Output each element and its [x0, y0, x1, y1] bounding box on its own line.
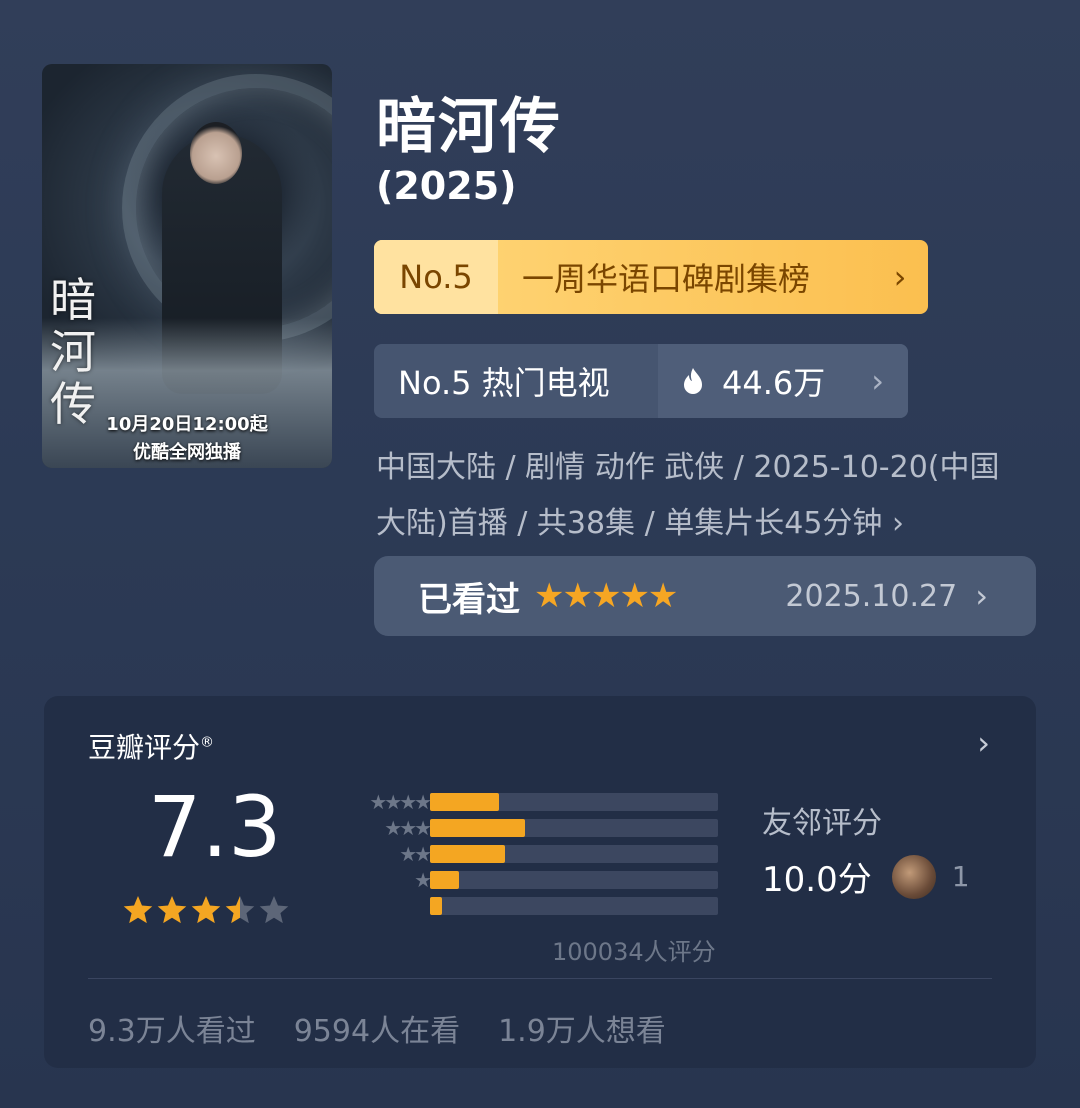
registered-mark: ®	[200, 734, 215, 751]
friend-rating-score: 10.0分	[762, 860, 872, 900]
avatar	[891, 854, 936, 899]
weekly-chart-rank-button[interactable]: No.5 一周华语口碑剧集榜 ›	[374, 240, 928, 314]
rank-number: No.5	[374, 240, 498, 314]
distribution-row: ★★★★	[314, 816, 734, 840]
poster-caption-date: 10月20日12:00起	[106, 414, 268, 435]
distribution-stars: ★★★★	[384, 816, 447, 840]
wish-count[interactable]: 1.9万人想看	[498, 1006, 666, 1050]
friend-rating[interactable]: 友邻评分 10.0分 1	[762, 798, 970, 901]
distribution-bar	[430, 793, 500, 811]
star-icon	[157, 896, 187, 924]
flame-icon	[684, 368, 702, 394]
distribution-track	[430, 819, 718, 837]
friend-count: 1	[951, 860, 970, 893]
poster-calligraphy: 暗河传	[50, 273, 96, 431]
distribution-bar	[430, 871, 459, 889]
distribution-track	[430, 845, 718, 863]
distribution-bar	[430, 897, 442, 915]
meta-line: 中国大陆 / 剧情 动作 武侠 / 2025-10-20(中国	[376, 450, 1000, 485]
watched-date: 2025.10.27	[785, 578, 958, 614]
friend-rating-row: 10.0分 1	[762, 852, 970, 901]
poster-face	[190, 122, 242, 184]
distribution-stars: ★★★	[399, 842, 447, 866]
distribution-stars: ★★★★★	[369, 790, 447, 814]
rating-header: 豆瓣评分®	[88, 726, 214, 766]
watched-status-button[interactable]: 已看过 ★★★★★ 2025.10.27 ›	[374, 556, 1036, 636]
distribution-row: ★★	[314, 868, 734, 892]
rating-count: 100034人评分	[552, 938, 716, 966]
chart-name: 一周华语口碑剧集榜	[522, 260, 811, 298]
meta-line-wrap: 大陆)首播 / 共38集 / 单集片长45分钟 ›	[376, 496, 1036, 552]
poster-caption-platform: 优酷全网独播	[133, 442, 241, 463]
release-year: (2025)	[376, 164, 517, 208]
meta-line: 大陆)首播 / 共38集 / 单集片长45分钟	[376, 506, 883, 541]
hot-tv-rank-button[interactable]: No.5 热门电视 44.6万 ›	[374, 344, 908, 418]
user-rating-stars: ★★★★★	[534, 576, 678, 616]
hot-tv-label: No.5 热门电视	[398, 364, 610, 402]
friend-rating-label: 友邻评分	[762, 806, 882, 841]
distribution-track	[430, 871, 718, 889]
watched-count[interactable]: 9.3万人看过	[88, 1006, 256, 1050]
distribution-track	[430, 897, 718, 915]
distribution-row: ★★★	[314, 842, 734, 866]
divider	[88, 978, 992, 979]
douban-rating-card[interactable]: 豆瓣评分® › 7.3 ★★★★★★★★★★★★★★★ 100034人评分 友邻…	[44, 696, 1036, 1068]
rating-score: 7.3	[148, 778, 282, 876]
score-stars	[123, 896, 289, 924]
distribution-bar	[430, 819, 526, 837]
show-meta-info[interactable]: 中国大陆 / 剧情 动作 武侠 / 2025-10-20(中国 大陆)首播 / …	[376, 440, 1036, 552]
rating-header-text: 豆瓣评分	[88, 731, 201, 764]
star-icon	[191, 896, 221, 924]
distribution-bar	[430, 845, 505, 863]
distribution-row: ★	[314, 894, 734, 918]
page-title: 暗河传	[376, 92, 562, 162]
watching-count[interactable]: 9594人在看	[294, 1006, 460, 1050]
chevron-right-icon: ›	[975, 577, 988, 615]
watched-label: 已看过	[418, 579, 520, 620]
chevron-right-icon[interactable]: ›	[977, 724, 990, 762]
distribution-stars: ★★	[314, 868, 447, 892]
chevron-right-icon: ›	[891, 506, 904, 541]
chevron-right-icon: ›	[893, 258, 907, 296]
star-icon	[123, 896, 153, 924]
heat-value: 44.6万	[722, 364, 826, 402]
distribution-row: ★★★★★	[314, 790, 734, 814]
star-icon	[225, 896, 255, 924]
heat-value-section: 44.6万 ›	[658, 344, 908, 418]
distribution-stars: ★	[314, 894, 447, 918]
chevron-right-icon: ›	[871, 362, 884, 400]
distribution-track	[430, 793, 718, 811]
audience-stats: 9.3万人看过 9594人在看 1.9万人想看	[88, 1006, 666, 1050]
poster-image[interactable]: 暗河传 10月20日12:00起 优酷全网独播	[42, 64, 332, 468]
star-icon	[259, 896, 289, 924]
